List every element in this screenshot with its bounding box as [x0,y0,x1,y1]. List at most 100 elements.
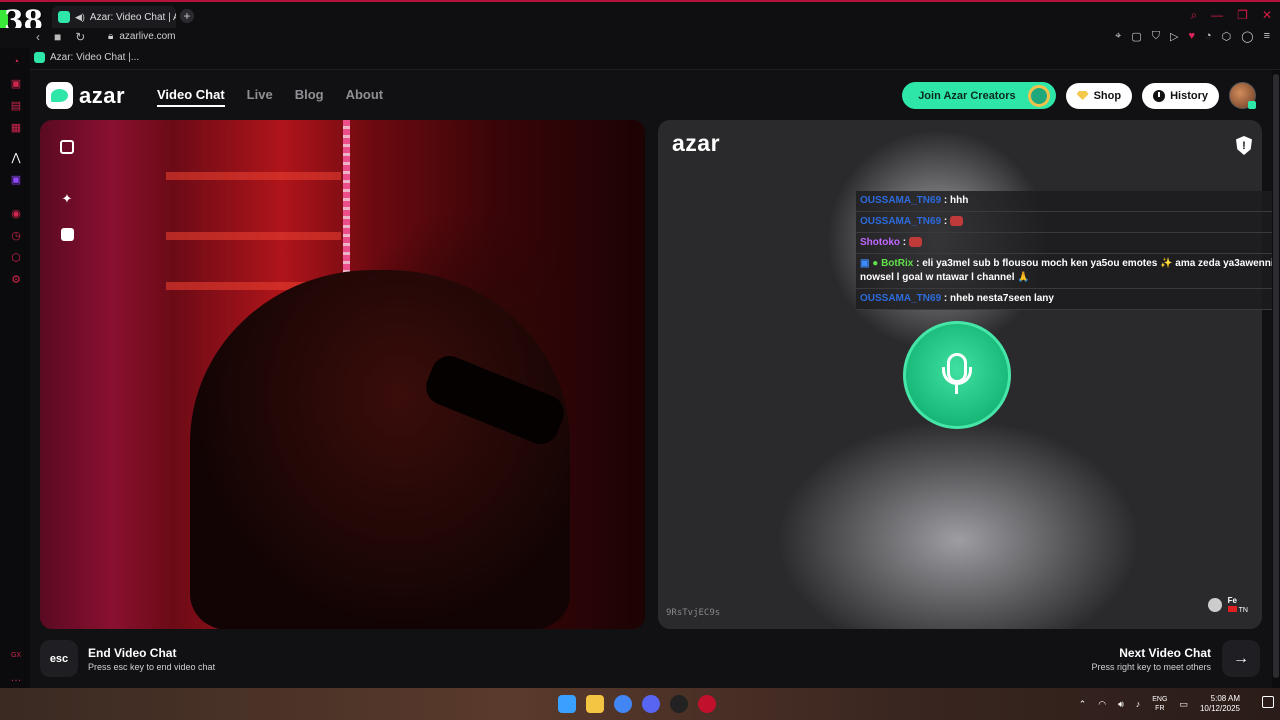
nav-live[interactable]: Live [247,87,273,107]
emote-icon [950,216,964,227]
chat-message: eli ya3mel sub b flousou moch ken ya5ou … [860,258,1274,283]
page-scrollbar[interactable] [1272,70,1280,688]
user-avatar[interactable] [1229,82,1256,109]
chat-user: Shotoko [860,237,900,248]
clock[interactable]: 5:08 AM 10/12/2025 [1200,694,1240,714]
bookmark-item[interactable]: Azar: Video Chat |... [34,52,139,63]
extension-icons: ⌖ ▢ ⛉ ▷ ♥ ◔ ⬡ ◯ ≡ [1115,30,1270,43]
chat-message: nheb nesta7seen lany [950,293,1054,304]
camera-icon[interactable]: ■ [54,30,61,44]
history-button[interactable]: History [1142,82,1219,109]
screenshot-icon[interactable]: ▢ [1131,30,1141,43]
history-icon[interactable]: ◷ [10,230,22,242]
messenger-icon[interactable]: ▤ [10,100,22,112]
mic-tray-icon[interactable]: ♪ [1136,699,1141,709]
file-explorer-icon[interactable] [586,695,604,713]
minimize-view-icon[interactable] [56,136,78,158]
obs-icon[interactable] [670,695,688,713]
opera-gx-icon[interactable] [698,695,716,713]
face-filter-icon[interactable] [56,223,78,245]
azar-sidebar-icon[interactable]: ⋀ [10,152,22,164]
volume-icon[interactable]: 🔊︎ [1118,699,1124,710]
chat-message: hhh [950,195,969,206]
pin-icon[interactable]: ⌖ [1115,30,1121,43]
start-icon[interactable] [558,695,576,713]
heart-icon[interactable]: ♥ [1188,30,1195,43]
chat-line: Shotoko : [856,233,1280,254]
shop-label: Shop [1093,89,1122,102]
self-person [190,270,570,629]
header-actions: Join Azar Creators Shop History [902,82,1256,109]
maximize-button[interactable]: ❐ [1237,8,1248,23]
shop-button[interactable]: Shop [1065,82,1133,109]
minimize-button[interactable]: — [1211,8,1223,23]
end-chat-esc-button[interactable]: esc [40,640,78,677]
settings-icon[interactable]: ⚙ [10,274,22,286]
extensions-icon[interactable]: ⬡ [10,252,22,264]
menu-icon[interactable]: ≡ [1264,30,1270,43]
effects-sparkle-icon[interactable]: ✦ [56,188,78,210]
bag-icon[interactable]: ▣ [10,78,22,90]
speed-dial-icon[interactable]: ◔ [10,56,22,68]
browser-tab[interactable]: ◀) Azar: Video Chat | Alte [52,6,176,28]
notifications-icon[interactable] [1262,696,1274,708]
azar-favicon [34,52,45,63]
creators-badge-icon [1027,85,1050,107]
tab-title: Azar: Video Chat | Alte [89,11,176,23]
new-tab-button[interactable]: + [180,9,194,23]
nav-buttons: ‹ ■ ↻ [36,30,85,44]
azar-logo[interactable]: azar [46,82,125,109]
partner-azar-watermark: azar [672,130,721,156]
reload-icon[interactable]: ↻ [75,30,85,44]
nav-blog[interactable]: Blog [295,87,324,107]
search-icon[interactable]: ⌕ [1190,8,1197,23]
nav-video-chat[interactable]: Video Chat [157,87,225,107]
browser-sidebar: ◔ ▣ ▤ ▦ ⋀ ▣ ◉ ◷ ⬡ ⚙ GX … [0,48,30,688]
tray-chevron-icon[interactable]: ⌃ [1079,699,1087,710]
chat-user: OUSSAMA_TN69 [860,216,942,227]
chat-line: OUSSAMA_TN69 : nheb nesta7seen lany [856,289,1280,310]
stream-chat-overlay: OUSSAMA_TN69 : hhh OUSSAMA_TN69 : Shotok… [856,191,1280,310]
url-field[interactable]: 🔒︎ azarlive.com [108,31,175,42]
browser-tab-strip: 38 ◀) Azar: Video Chat | Alte + ⌕ — ❐ ✕ [0,0,1280,37]
peer-name: Fe [1227,596,1237,605]
join-creators-button[interactable]: Join Azar Creators [902,82,1056,109]
end-chat-hint: Press esc key to end video chat [88,662,216,672]
player-icon[interactable]: ◉ [10,208,22,220]
window-controls: ⌕ — ❐ ✕ [1190,8,1272,23]
display-icon[interactable]: ▭ [1179,699,1188,710]
discord-icon[interactable] [642,695,660,713]
vpn-icon[interactable]: ◔ [1205,30,1212,43]
scrollbar-thumb[interactable] [1273,74,1279,678]
microphone-button[interactable] [903,321,1011,429]
next-chat-arrow-button[interactable]: → [1222,640,1260,677]
taskbar-apps [558,695,716,713]
close-button[interactable]: ✕ [1262,8,1272,23]
logo-text: azar [79,82,126,108]
back-icon[interactable]: ‹ [36,30,40,44]
audio-playing-icon[interactable]: ◀) [75,12,85,23]
headset-icon[interactable]: ◠ [1098,699,1106,710]
chrome-icon[interactable] [614,695,632,713]
chat-user: OUSSAMA_TN69 [860,293,942,304]
profile-icon[interactable]: ◯ [1241,30,1253,43]
azar-page: azar Video Chat Live Blog About Join Aza… [30,70,1272,688]
emote-icon [908,237,922,248]
session-code: 9RsTvjEC9s [666,608,721,618]
nav-about[interactable]: About [346,87,384,107]
history-label: History [1170,89,1208,102]
next-chat-title: Next Video Chat [1119,646,1211,660]
twitch-icon[interactable]: ▣ [10,174,22,186]
report-shield-icon[interactable]: ! [1236,136,1252,155]
gx-icon[interactable]: GX [10,650,22,662]
shield-icon[interactable]: ⛉ [1152,30,1160,43]
chat-line: OUSSAMA_TN69 : [856,212,1280,233]
camera-tools: ✦ [56,136,78,245]
mail-icon[interactable]: ▦ [10,122,22,134]
language-indicator[interactable]: ENG FR [1152,695,1167,713]
play-icon[interactable]: ▷ [1170,30,1178,43]
chat-user: OUSSAMA_TN69 [860,195,942,206]
self-camera-view: ✦ [40,120,645,629]
more-icon[interactable]: … [10,672,22,684]
extensions-icon[interactable]: ⬡ [1222,30,1232,43]
